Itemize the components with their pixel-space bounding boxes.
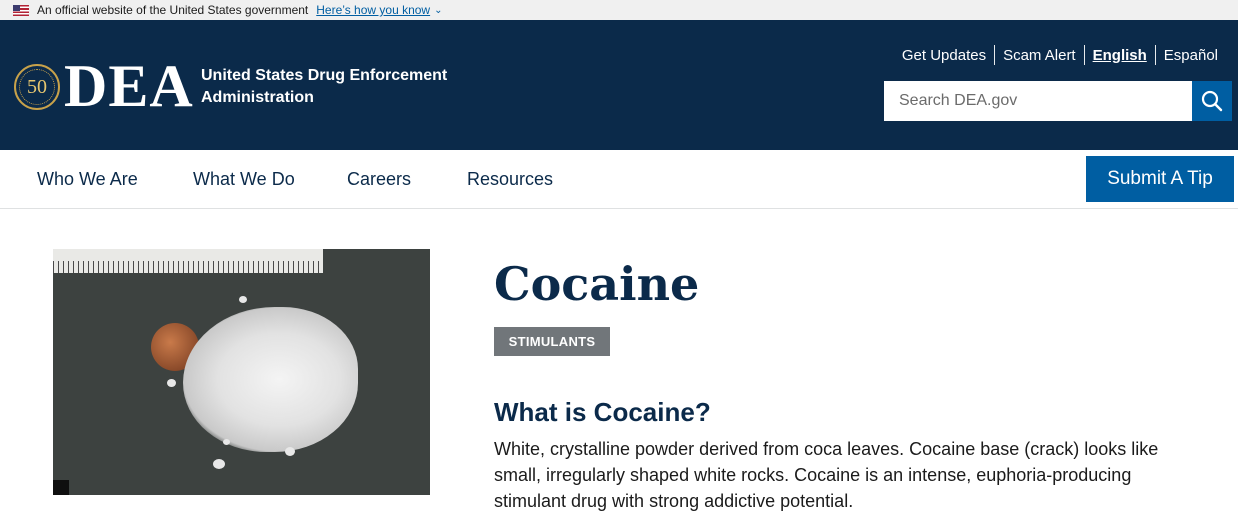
gov-banner: An official website of the United States… — [0, 0, 1238, 20]
gov-banner-text: An official website of the United States… — [37, 3, 309, 17]
powder-crumb — [285, 447, 295, 456]
language-espanol-link[interactable]: Español — [1156, 47, 1226, 64]
how-you-know-link[interactable]: Here’s how you know — [316, 3, 430, 17]
powder-crumb — [213, 459, 225, 469]
search-button[interactable] — [1192, 81, 1232, 121]
dea-50-seal-icon[interactable]: 50 — [14, 64, 60, 110]
section-heading: What is Cocaine? — [494, 397, 711, 427]
nav-resources[interactable]: Resources — [467, 169, 553, 190]
chevron-down-icon[interactable]: ⌄ — [434, 5, 442, 16]
category-tag[interactable]: STIMULANTS — [494, 327, 610, 356]
nav-what-we-do[interactable]: What We Do — [193, 169, 295, 190]
search-icon — [1201, 90, 1223, 112]
site-search — [884, 81, 1232, 121]
divider — [994, 45, 996, 65]
ruler-image — [53, 249, 323, 273]
cocaine-photo — [53, 249, 430, 495]
divider — [1154, 45, 1156, 65]
get-updates-link[interactable]: Get Updates — [894, 47, 994, 64]
powder-crumb — [239, 296, 247, 303]
submit-tip-button[interactable]: Submit A Tip — [1086, 156, 1234, 202]
description-text: White, crystalline powder derived from c… — [494, 439, 1159, 511]
powder-crumb — [167, 379, 176, 387]
page-title: Cocaine — [494, 257, 700, 311]
main-nav: Who We Are What We Do Careers Resources … — [0, 150, 1238, 209]
powder-crumb — [223, 439, 230, 445]
photo-corner-mark — [53, 480, 69, 495]
agency-name[interactable]: United States Drug Enforcement Administr… — [201, 65, 461, 109]
site-header: 50 DEA United States Drug Enforcement Ad… — [0, 20, 1238, 150]
language-english-link[interactable]: English — [1085, 47, 1155, 64]
divider — [1083, 45, 1085, 65]
dea-logo[interactable]: DEA — [64, 56, 194, 116]
us-flag-icon — [13, 4, 29, 16]
powder-image — [183, 307, 358, 452]
nav-careers[interactable]: Careers — [347, 169, 411, 190]
utility-links: Get Updates Scam Alert English Español — [894, 45, 1226, 65]
scam-alert-link[interactable]: Scam Alert — [995, 47, 1084, 64]
search-input[interactable] — [884, 81, 1192, 121]
nav-who-we-are[interactable]: Who We Are — [37, 169, 138, 190]
